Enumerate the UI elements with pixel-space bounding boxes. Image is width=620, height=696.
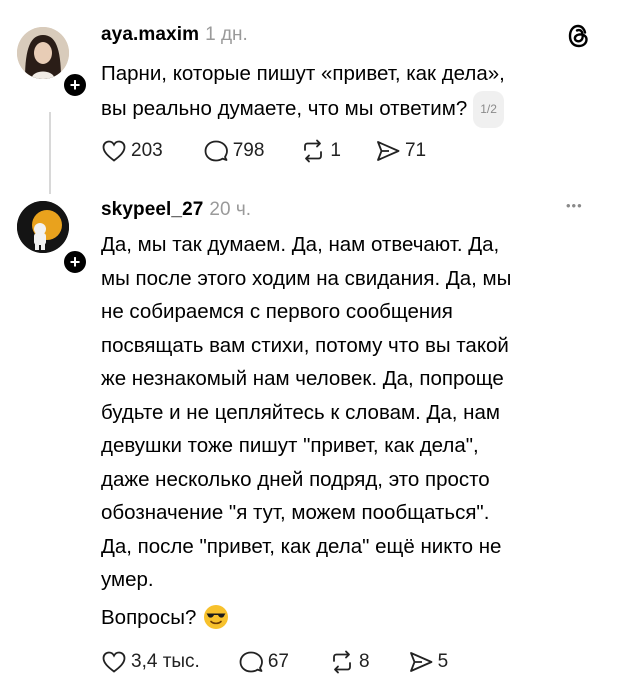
- post-text: Парни, которые пишут «привет, как дела»,…: [101, 57, 601, 128]
- reply-text-line: мы после этого ходим на свидания. Да, мы: [101, 266, 512, 290]
- share-count: 5: [437, 651, 449, 672]
- share-button[interactable]: 5: [408, 650, 449, 674]
- comment-button[interactable]: 798: [203, 139, 265, 163]
- post-avatar[interactable]: [17, 27, 69, 79]
- reply-question: Вопросы?: [101, 605, 197, 629]
- comment-icon: [204, 140, 228, 162]
- reply-header: skypeel_27 20 ч.: [101, 199, 251, 221]
- heart-icon: [102, 651, 126, 673]
- post-text-line: Парни, которые пишут «привет, как дела»,: [101, 62, 505, 85]
- more-options-icon[interactable]: •••: [566, 198, 583, 213]
- post-header: aya.maxim 1 дн.: [101, 24, 248, 46]
- comment-count: 798: [232, 140, 265, 161]
- heart-icon: [102, 140, 126, 162]
- repost-count: 1: [330, 140, 341, 161]
- reply-actions: 3,4 тыс. 67 8 5: [101, 650, 448, 674]
- reply-last-line: Вопросы?: [101, 601, 606, 635]
- reply-text-line: Да, мы так думаем. Да, нам отвечают. Да,: [101, 233, 500, 256]
- post-text-line: вы реально думаете, что мы ответим? 1/2: [101, 90, 601, 128]
- reply-text-line: Да, после "привет, как дела" ещё никто н…: [101, 534, 502, 558]
- thread-line: [49, 112, 51, 194]
- threads-logo-icon[interactable]: [566, 22, 592, 55]
- reply-text-line: будьте и не цепляйтесь к словам. Да, нам: [101, 400, 500, 424]
- repost-button[interactable]: 8: [329, 650, 370, 674]
- follow-plus-button[interactable]: +: [61, 71, 89, 99]
- like-button[interactable]: 3,4 тыс.: [101, 650, 200, 674]
- repost-icon: [304, 139, 323, 163]
- post-actions: 203 798 1 71: [101, 139, 426, 163]
- repost-icon: [333, 650, 351, 674]
- like-count: 3,4 тыс.: [131, 651, 200, 672]
- reply-text: Да, мы так думаем. Да, нам отвечают. Да,…: [101, 228, 606, 634]
- reply-avatar[interactable]: [17, 201, 69, 253]
- share-icon: [409, 652, 432, 672]
- repost-count: 8: [358, 651, 370, 672]
- like-button[interactable]: 203: [101, 139, 163, 163]
- comment-button[interactable]: 67: [238, 650, 289, 674]
- reply-text-line: же незнакомый нам человек. Да, попроще: [101, 367, 504, 390]
- comment-icon: [239, 651, 263, 673]
- share-icon: [377, 141, 400, 161]
- reply-text-line: девушки тоже пишут "привет, как дела",: [101, 434, 479, 457]
- post-username[interactable]: aya.maxim: [101, 24, 199, 45]
- reply-text-line: посвящать вам стихи, потому что вы такой: [101, 333, 509, 357]
- post-text-line2: вы реально думаете, что мы ответим?: [101, 96, 468, 120]
- reply-username[interactable]: skypeel_27: [101, 199, 203, 220]
- share-count: 71: [404, 140, 427, 161]
- reply-text-line: обозначение "я тут, можем пообщаться".: [101, 501, 490, 524]
- like-count: 203: [131, 140, 163, 161]
- reply-text-line: даже несколько дней подряд, это просто: [101, 467, 490, 491]
- reply-time: 20 ч.: [209, 199, 252, 220]
- follow-plus-button[interactable]: +: [61, 248, 89, 276]
- comment-count: 67: [267, 651, 289, 672]
- pager-badge[interactable]: 1/2: [473, 90, 504, 128]
- share-button[interactable]: 71: [375, 139, 426, 163]
- reply-text-line: умер.: [101, 568, 154, 591]
- sunglasses-emoji-icon: [204, 605, 229, 630]
- repost-button[interactable]: 1: [300, 139, 341, 163]
- reply-text-line: не собираемся с первого сообщения: [101, 300, 453, 323]
- post-time: 1 дн.: [205, 24, 248, 45]
